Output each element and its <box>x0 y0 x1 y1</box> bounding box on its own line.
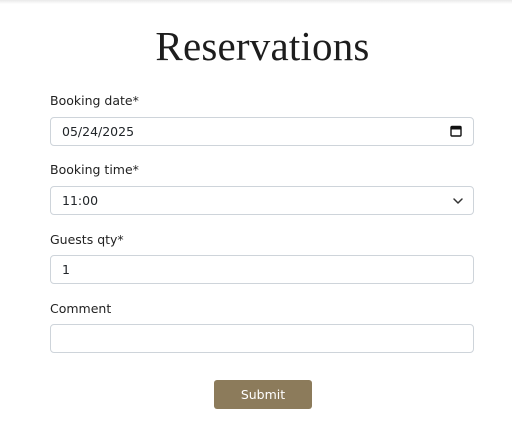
calendar-icon[interactable] <box>450 125 462 137</box>
guests-qty-value: 1 <box>62 262 70 277</box>
page-title: Reservations <box>155 23 370 69</box>
booking-time-select[interactable]: 11:00 <box>50 186 474 215</box>
comment-label: Comment <box>50 301 112 316</box>
booking-time-label: Booking time* <box>50 162 139 177</box>
booking-date-value: 05/24/2025 <box>62 124 135 139</box>
guests-qty-label: Guests qty* <box>50 232 124 247</box>
reservations-page: Reservations Booking date* 05/24/2025 Bo… <box>0 0 512 438</box>
comment-input[interactable] <box>50 324 474 353</box>
booking-time-value: 11:00 <box>62 193 99 208</box>
top-shadow <box>0 0 512 4</box>
booking-date-input[interactable]: 05/24/2025 <box>50 117 474 146</box>
chevron-down-icon <box>453 198 463 204</box>
booking-date-label: Booking date* <box>50 93 139 108</box>
guests-qty-input[interactable]: 1 <box>50 255 474 284</box>
submit-button[interactable]: Submit <box>214 380 312 409</box>
